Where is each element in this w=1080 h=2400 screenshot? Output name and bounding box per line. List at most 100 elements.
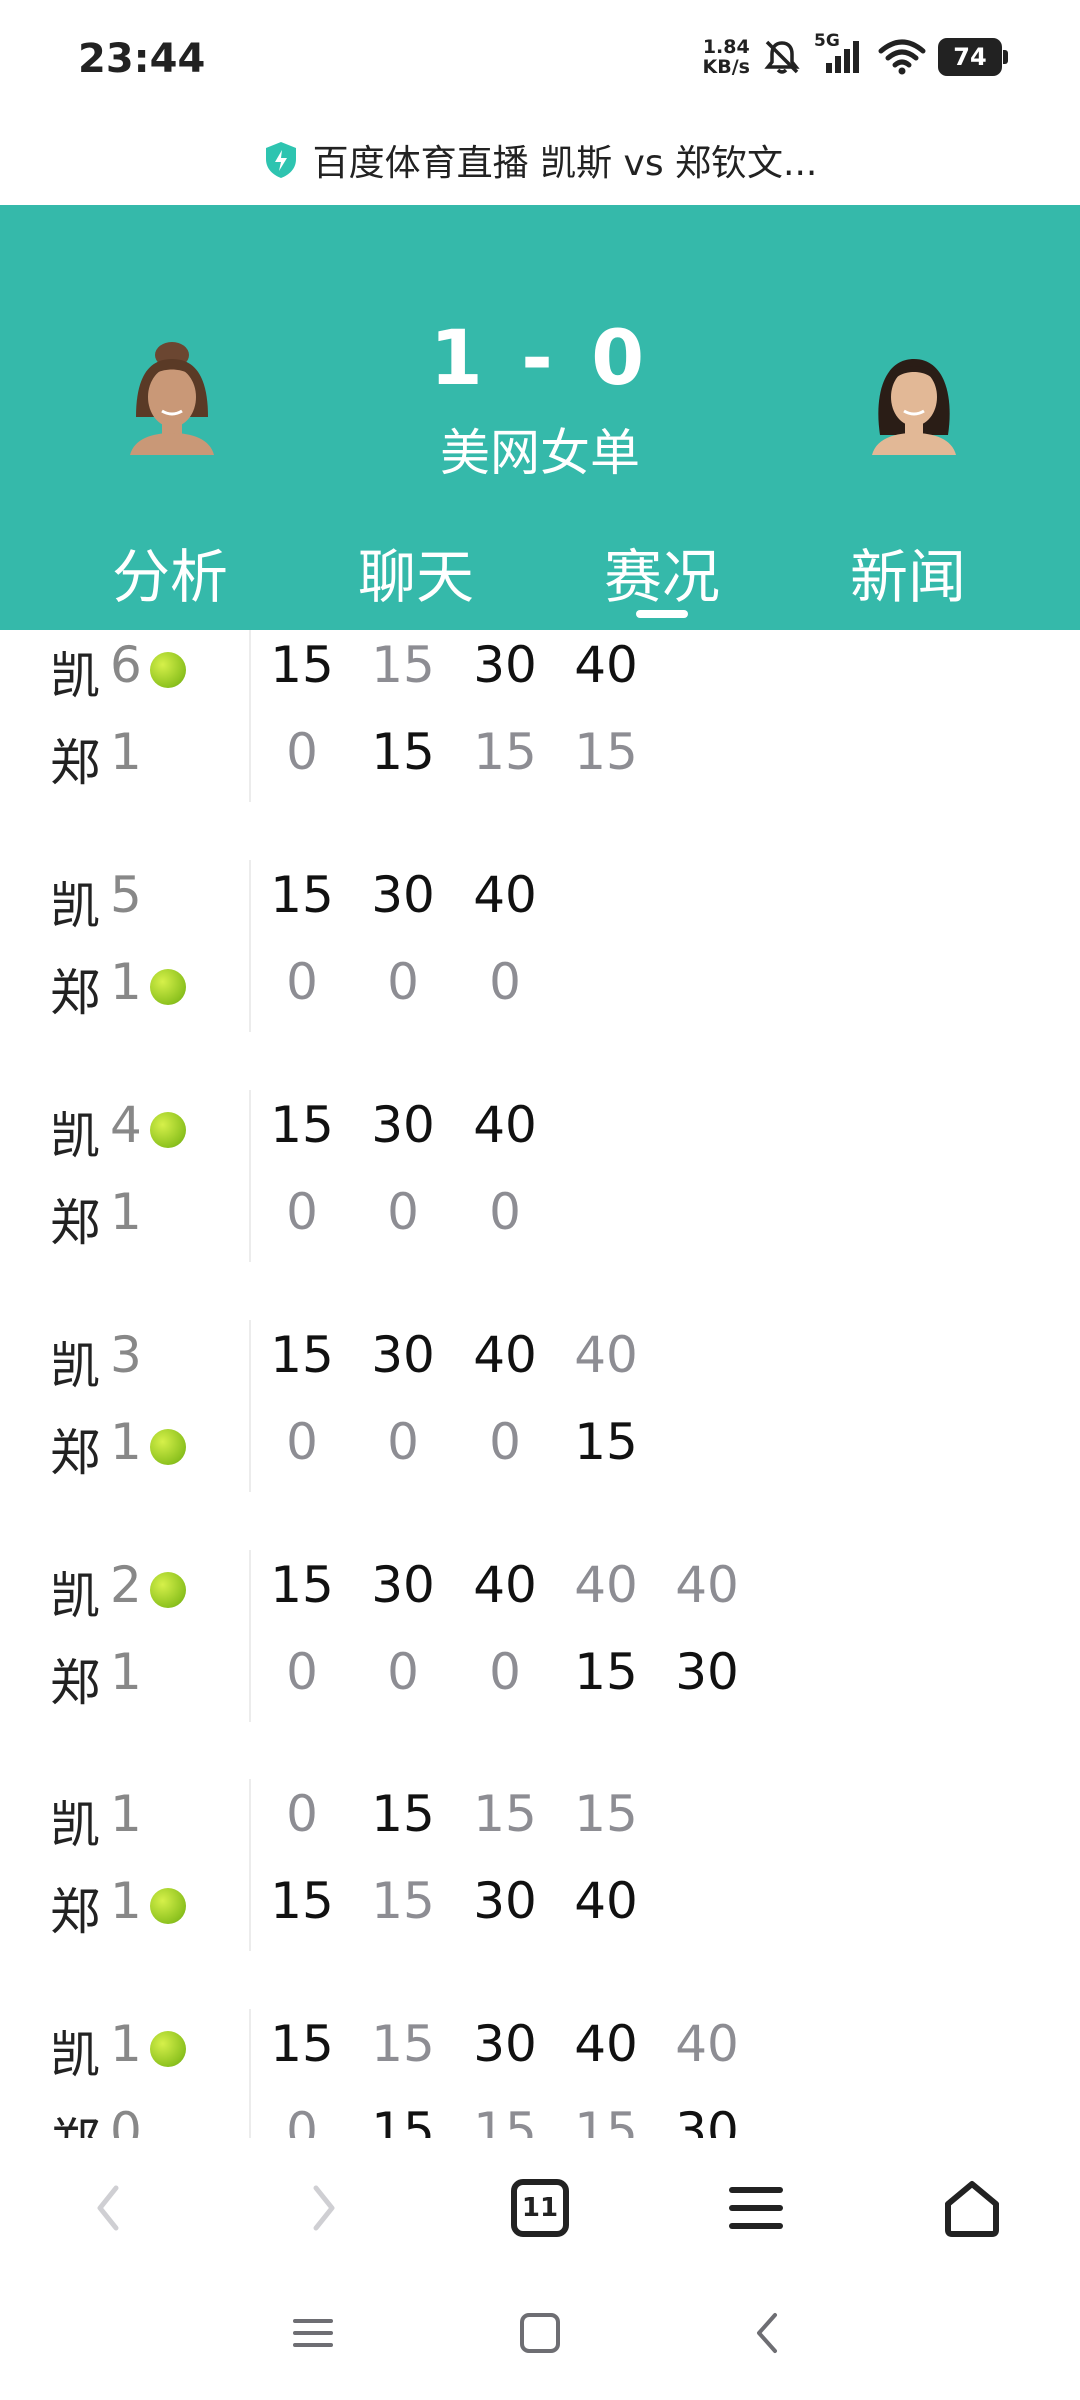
- point-score: 30: [371, 1556, 435, 1614]
- point-score: 30: [371, 1326, 435, 1384]
- player-initial: 郑: [50, 1424, 100, 1482]
- point-score: 40: [574, 1326, 638, 1384]
- game-block: 凯 5 15 30 40 郑 1 0 0 0: [0, 860, 1080, 1040]
- player-initial: 凯: [50, 647, 100, 705]
- column-divider: [249, 860, 251, 1032]
- games-won: 1: [110, 1872, 142, 1930]
- back-nav-icon[interactable]: [732, 2298, 802, 2368]
- player-row: 郑 1 0 15 15 15: [0, 717, 1080, 797]
- column-divider: [249, 630, 251, 802]
- player-row: 凯 1 0 15 15 15: [0, 1779, 1080, 1859]
- point-score: 40: [473, 866, 537, 924]
- point-score: 15: [574, 1643, 638, 1701]
- network-type: 5G: [814, 31, 840, 51]
- mute-bell-icon: [760, 35, 804, 79]
- menu-icon[interactable]: [716, 2168, 796, 2248]
- system-nav-bar: [0, 2268, 1080, 2400]
- player-row: 郑0015151530: [0, 2096, 1080, 2138]
- point-score: 15: [473, 723, 537, 781]
- recents-icon[interactable]: [278, 2298, 348, 2368]
- player-initial: 凯: [50, 1107, 100, 1165]
- tab-news[interactable]: 新闻: [808, 530, 1008, 614]
- player-initial: 郑: [50, 2102, 100, 2138]
- event-name: 美网女单: [440, 424, 640, 482]
- point-score: 40: [574, 636, 638, 694]
- browser-title-bar[interactable]: 百度体育直播 凯斯 vs 郑钦文...: [0, 116, 1080, 204]
- status-icons: 1.84 KB/s 5G 74: [703, 31, 1008, 82]
- tennis-ball-icon: [150, 1888, 186, 1924]
- point-score: 15: [574, 1785, 638, 1843]
- point-score: 30: [675, 2102, 739, 2138]
- point-score: 40: [574, 1556, 638, 1614]
- tennis-ball-icon: [150, 1572, 186, 1608]
- tab-analysis[interactable]: 分析: [70, 530, 270, 614]
- forward-icon[interactable]: [284, 2168, 364, 2248]
- status-bar: 23:44 1.84 KB/s 5G 74: [0, 0, 1080, 116]
- match-header: 1 - 0 美网女单 分析 聊天 赛况 新闻: [0, 205, 1080, 630]
- games-won: 5: [110, 866, 142, 924]
- games-won: 4: [110, 1096, 142, 1154]
- tabs-icon[interactable]: 11: [500, 2168, 580, 2248]
- point-score: 15: [473, 1785, 537, 1843]
- point-score: 40: [473, 1556, 537, 1614]
- player-initial: 凯: [50, 1567, 100, 1625]
- point-score: 30: [371, 1096, 435, 1154]
- network-speed: 1.84 KB/s: [703, 37, 750, 77]
- home-icon[interactable]: [932, 2168, 1012, 2248]
- game-block: 凯 6 15 15 30 40 郑 1 0 15 15 15: [0, 630, 1080, 810]
- shield-icon: [265, 142, 296, 178]
- point-score: 15: [270, 1872, 334, 1930]
- point-score: 0: [286, 953, 318, 1011]
- tennis-ball-icon: [150, 1429, 186, 1465]
- games-won: 1: [110, 953, 142, 1011]
- battery-icon: 74: [938, 38, 1008, 76]
- games-won: 1: [110, 1643, 142, 1701]
- tab-bar: 分析 聊天 赛况 新闻: [0, 530, 1080, 630]
- player-row: 郑 1 0 0 0 15 30: [0, 1637, 1080, 1717]
- point-score: 40: [574, 1872, 638, 1930]
- point-score: 15: [371, 2102, 435, 2138]
- tennis-ball-icon: [150, 2031, 186, 2067]
- point-score: 0: [489, 1183, 521, 1241]
- point-score: 30: [371, 866, 435, 924]
- tab-chat[interactable]: 聊天: [316, 530, 516, 614]
- point-score: 0: [489, 1413, 521, 1471]
- status-time: 23:44: [78, 36, 206, 82]
- point-score: 0: [286, 2102, 318, 2138]
- point-score: 0: [387, 1183, 419, 1241]
- point-score: 15: [270, 2015, 334, 2073]
- games-won: 1: [110, 2015, 142, 2073]
- point-score: 0: [286, 1643, 318, 1701]
- point-score: 40: [473, 1096, 537, 1154]
- games-won: 1: [110, 723, 142, 781]
- player-row: 凯 2 15 30 40 40 40: [0, 1550, 1080, 1630]
- player-row: 郑 1 15 15 30 40: [0, 1866, 1080, 1946]
- player-row: 凯 1 15 15 30 40 40: [0, 2009, 1080, 2089]
- home-nav-icon[interactable]: [505, 2298, 575, 2368]
- point-score: 40: [675, 1556, 739, 1614]
- point-score: 0: [286, 1413, 318, 1471]
- network-speed-unit: KB/s: [702, 56, 750, 78]
- point-score: 15: [371, 636, 435, 694]
- point-score: 0: [286, 1785, 318, 1843]
- games-won: 1: [110, 1785, 142, 1843]
- wifi-icon: [876, 35, 928, 79]
- point-by-point-list[interactable]: 凯 6 15 15 30 40 郑 1 0 15 15 15 凯 5 15 30 40 郑 1 0 0 0 凯 4 15 30 40…: [0, 630, 1080, 2138]
- point-score: 0: [387, 1413, 419, 1471]
- back-icon[interactable]: [68, 2168, 148, 2248]
- point-score: 15: [270, 1556, 334, 1614]
- point-score: 15: [371, 2015, 435, 2073]
- player-initial: 郑: [50, 964, 100, 1022]
- games-won: 1: [110, 1183, 142, 1241]
- point-score: 40: [574, 2015, 638, 2073]
- point-score: 40: [675, 2015, 739, 2073]
- tab-live[interactable]: 赛况: [562, 530, 762, 614]
- tennis-ball-icon: [150, 1112, 186, 1148]
- point-score: 15: [270, 1096, 334, 1154]
- game-block: 凯 1 0 15 15 15 郑 1 15 15 30 40: [0, 1779, 1080, 1959]
- column-divider: [249, 1320, 251, 1492]
- player-row: 郑 1 0 0 0 15: [0, 1407, 1080, 1487]
- games-won: 3: [110, 1326, 142, 1384]
- games-won: 6: [110, 636, 142, 694]
- active-tab-indicator: [636, 610, 688, 618]
